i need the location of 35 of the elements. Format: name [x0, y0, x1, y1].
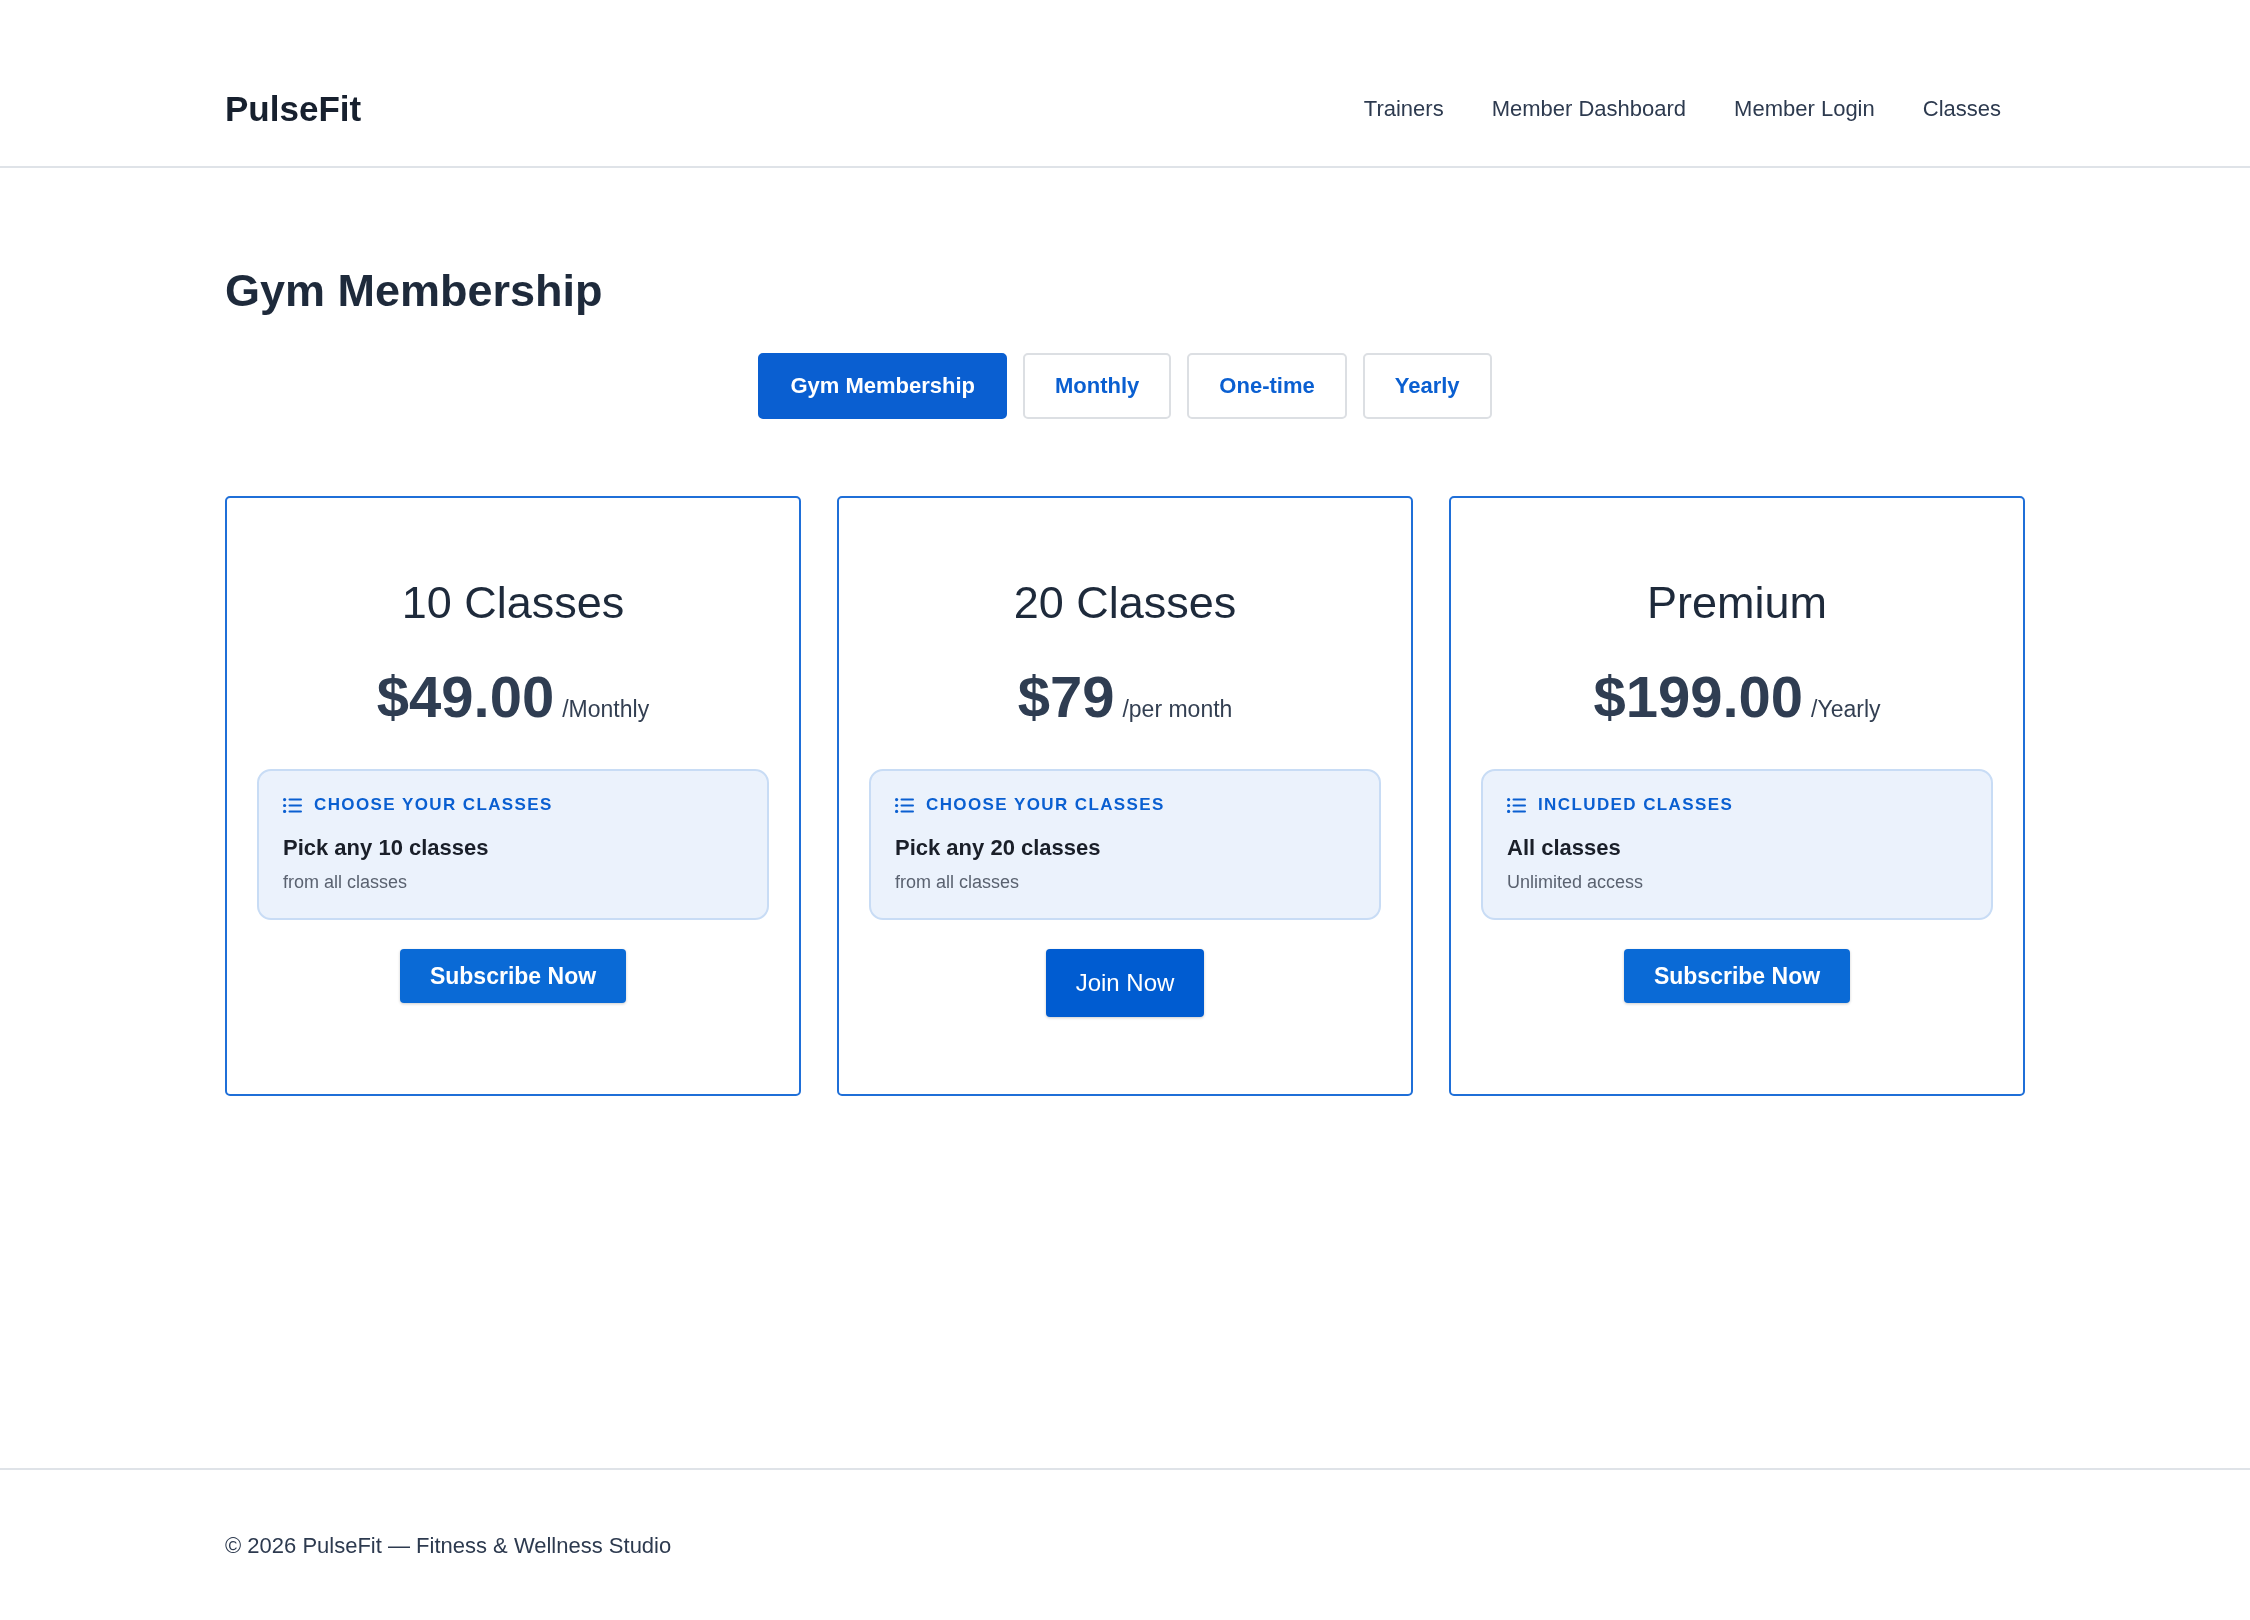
brand-logo[interactable]: PulseFit [225, 89, 362, 129]
plan-price: $199.00 [1593, 663, 1804, 731]
info-heading: CHOOSE YOUR CLASSES [926, 794, 1165, 816]
plan-price: $49.00 [376, 663, 555, 731]
tab[interactable]: Gym Membership [758, 353, 1008, 419]
nav-link[interactable]: Member Login [1710, 90, 1899, 128]
info-title: All classes [1507, 834, 1622, 862]
plan-title: 10 Classes [401, 576, 625, 630]
plan-price: $79 [1017, 663, 1115, 731]
plan-title: Premium [1647, 576, 1827, 630]
footer-text: © 2026 PulseFit — Fitness & Wellness Studio [225, 1532, 673, 1560]
list-icon [895, 797, 914, 813]
nav-link[interactable]: Trainers [1339, 90, 1468, 128]
tab[interactable]: Yearly [1362, 353, 1492, 419]
info-title: Pick any 20 classes [895, 834, 1102, 862]
price-period: /Yearly [1811, 695, 1881, 724]
info-title: Pick any 10 classes [283, 834, 490, 862]
plan-button[interactable]: Join Now [1045, 949, 1205, 1017]
list-icon [283, 797, 302, 813]
tab[interactable]: Monthly [1023, 353, 1172, 419]
plan-title: 20 Classes [1013, 576, 1237, 630]
list-icon [1507, 797, 1526, 813]
info-note: from all classes [895, 871, 1021, 894]
info-note: Unlimited access [1507, 871, 1645, 894]
page-title: Gym Membership [225, 264, 604, 318]
plan-button[interactable]: Subscribe Now [399, 949, 627, 1003]
info-heading: INCLUDED CLASSES [1538, 794, 1734, 816]
plan-button[interactable]: Subscribe Now [1623, 949, 1851, 1003]
nav-link[interactable]: Member Dashboard [1467, 90, 1711, 128]
tab[interactable]: One-time [1187, 353, 1347, 419]
info-heading: CHOOSE YOUR CLASSES [314, 794, 553, 816]
info-note: from all classes [283, 871, 409, 894]
price-period: /per month [1122, 695, 1233, 724]
price-period: /Monthly [562, 695, 650, 724]
nav-link[interactable]: Classes [1898, 90, 2025, 128]
